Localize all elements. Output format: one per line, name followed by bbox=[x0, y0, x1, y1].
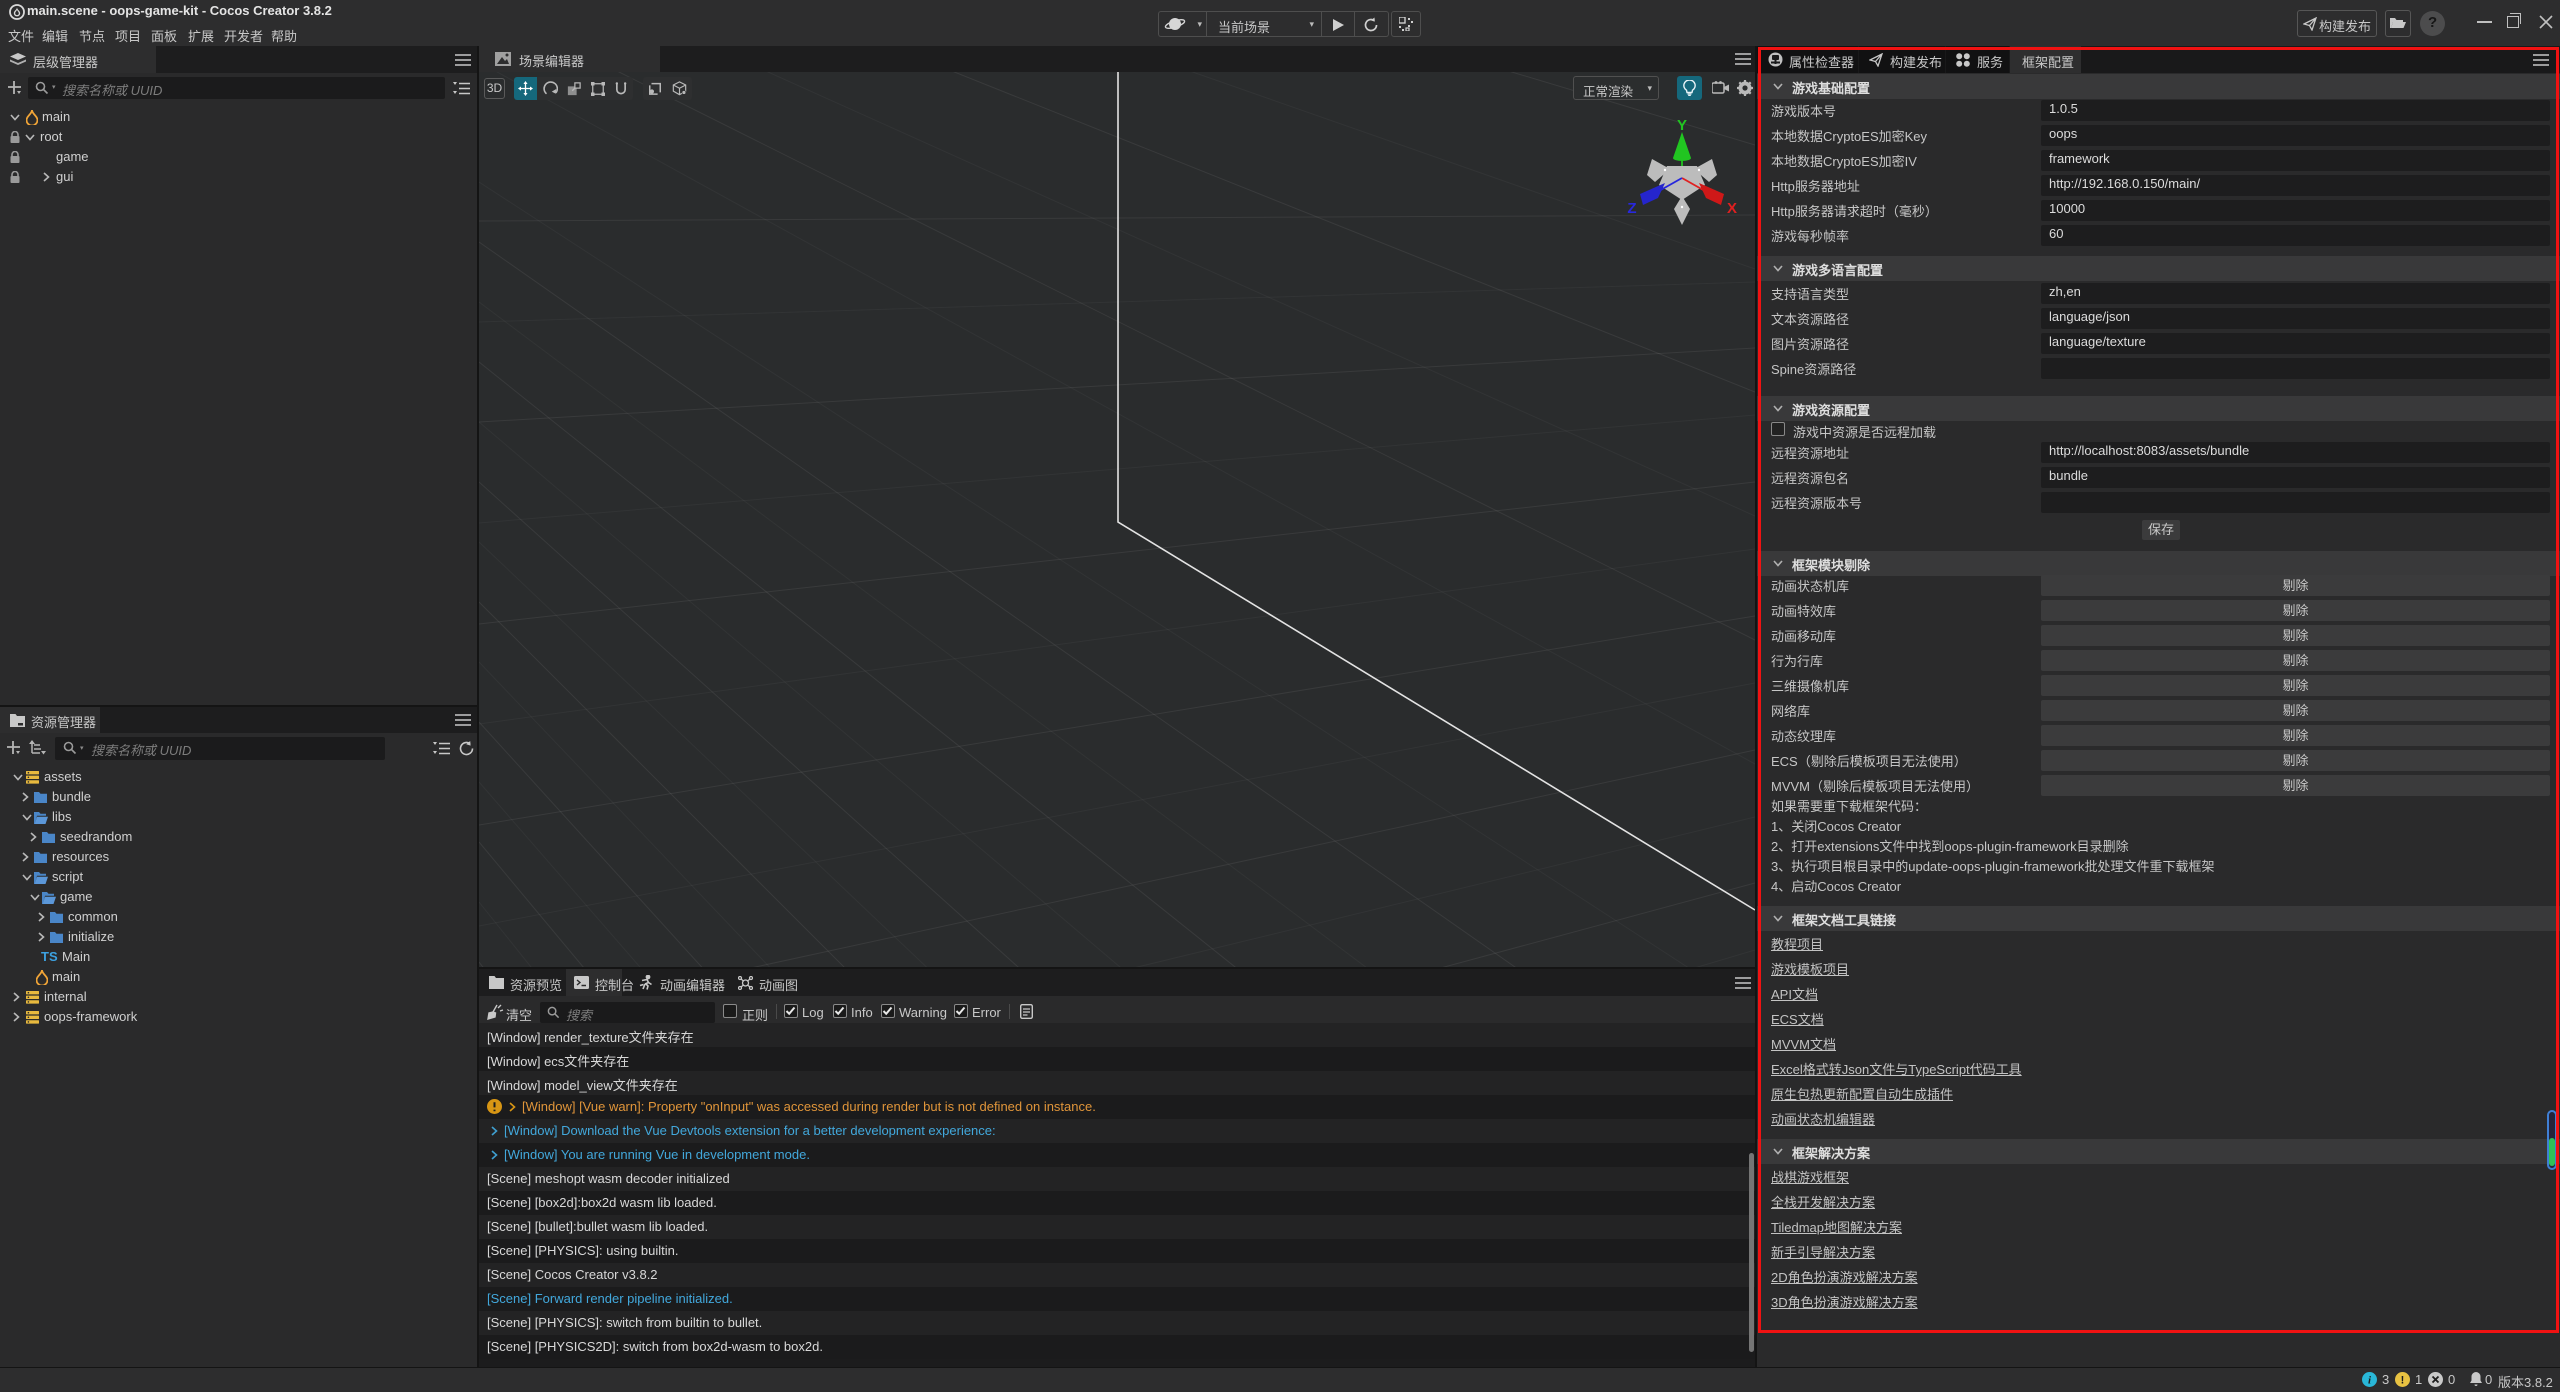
svg-text:X: X bbox=[1727, 200, 1737, 217]
svg-text:!: ! bbox=[2401, 1375, 2405, 1387]
svg-text:Y: Y bbox=[1677, 117, 1687, 134]
svg-text:Z: Z bbox=[1627, 200, 1636, 217]
